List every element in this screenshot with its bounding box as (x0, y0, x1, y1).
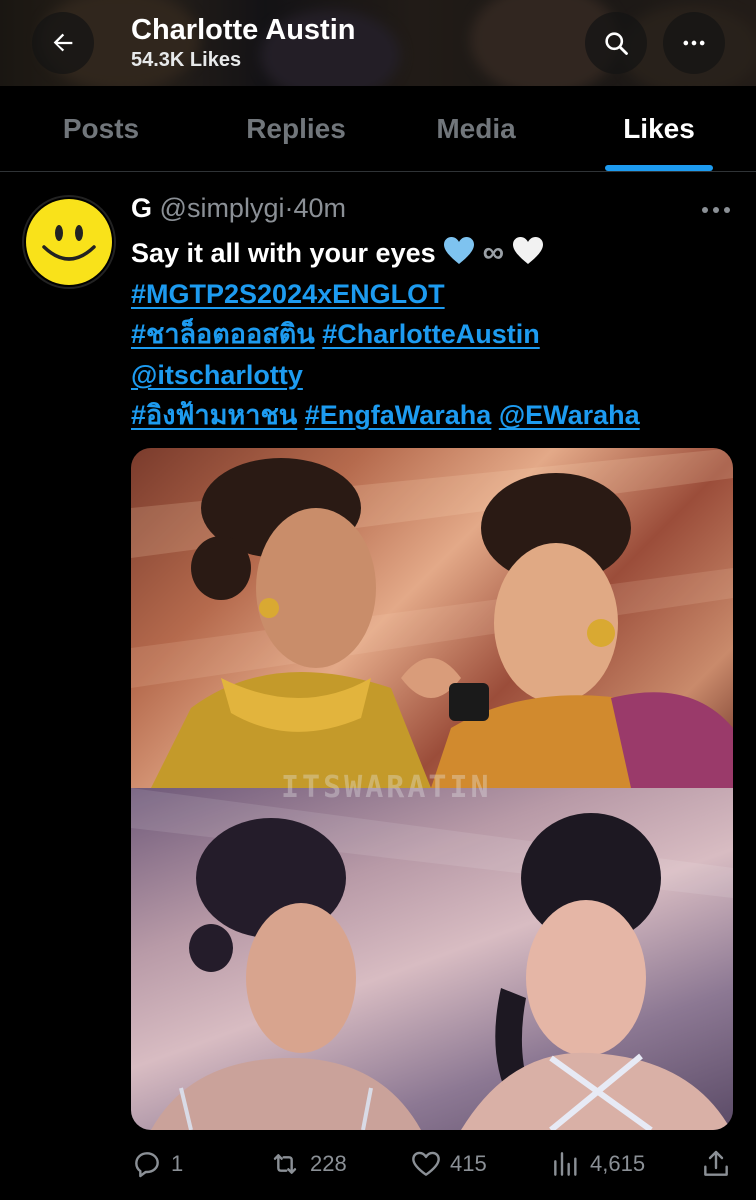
photo-top[interactable] (131, 448, 733, 788)
image-watermark: ITSWARATIN (281, 770, 492, 805)
active-tab-indicator (605, 165, 713, 171)
more-horizontal-icon (702, 207, 730, 213)
light-blue-heart-icon (444, 237, 475, 264)
repost-icon (273, 1154, 297, 1174)
share-button[interactable] (700, 1140, 740, 1188)
tweet-more-button[interactable] (696, 198, 736, 222)
search-icon (605, 32, 628, 55)
more-options-button[interactable] (663, 12, 725, 74)
likes-count: 54.3K Likes (131, 49, 242, 71)
reply-button[interactable]: 1 (131, 1140, 183, 1188)
tweet-line-1: Say it all with your eyes ∞ (131, 233, 741, 274)
photo-top-illustration (131, 448, 733, 788)
profile-header: Charlotte Austin 54.3K Likes (0, 0, 756, 86)
hashtag-link[interactable]: #MGTP2S2024xENGLOT (131, 279, 445, 309)
tab-media[interactable]: Media (395, 86, 557, 172)
more-horizontal-icon (683, 40, 705, 46)
heart-icon (412, 1151, 440, 1176)
like-button[interactable]: 415 (410, 1140, 487, 1188)
mention-link[interactable]: @itscharlotty (131, 360, 303, 390)
avatar[interactable] (22, 195, 116, 289)
tweet-actions: 1 228 415 4,615 (0, 1140, 756, 1188)
arrow-left-icon (53, 33, 73, 52)
share-icon (704, 1150, 728, 1176)
tweet-time[interactable]: 40m (293, 193, 346, 223)
tab-replies[interactable]: Replies (215, 86, 377, 172)
analytics-icon (554, 1152, 577, 1176)
author-handle[interactable]: @simplygi (160, 193, 285, 223)
profile-tabs: Posts Replies Media Likes (0, 86, 756, 172)
white-heart-icon (512, 237, 543, 264)
repost-count: 228 (310, 1151, 347, 1176)
like-count: 415 (450, 1151, 487, 1176)
photo-bottom-illustration (131, 788, 733, 1130)
hashtag-link[interactable]: #CharlotteAustin (322, 319, 540, 349)
photo-bottom[interactable] (131, 788, 733, 1130)
reply-count: 1 (171, 1151, 184, 1176)
infinity-symbol: ∞ (482, 236, 505, 269)
tweet-media[interactable]: ITSWARATIN (131, 448, 733, 1130)
hashtag-link[interactable]: #EngfaWaraha (305, 400, 492, 430)
views-count: 4,615 (590, 1151, 646, 1176)
hashtag-link[interactable]: #อิงฟ้ามหาชน (131, 400, 297, 430)
tweet-caption: Say it all with your eyes (131, 238, 436, 268)
hashtag-link[interactable]: #ชาล็อตออสติน (131, 319, 315, 349)
smiley-face-drawing (42, 225, 96, 261)
tweet-header: G @simplygi·40m (131, 193, 346, 224)
mention-link[interactable]: @EWaraha (499, 400, 640, 430)
search-button[interactable] (585, 12, 647, 74)
profile-name: Charlotte Austin (131, 14, 356, 46)
reply-icon (135, 1152, 159, 1178)
views-button[interactable]: 4,615 (550, 1140, 645, 1188)
tab-likes[interactable]: Likes (578, 86, 740, 172)
tweet-text: Say it all with your eyes ∞ #MGTP2S2024x… (131, 233, 741, 436)
back-button[interactable] (32, 12, 94, 74)
tab-posts[interactable]: Posts (20, 86, 182, 172)
smiley-face-icon (26, 199, 112, 285)
repost-button[interactable]: 228 (268, 1140, 347, 1188)
author-name[interactable]: G (131, 193, 152, 223)
